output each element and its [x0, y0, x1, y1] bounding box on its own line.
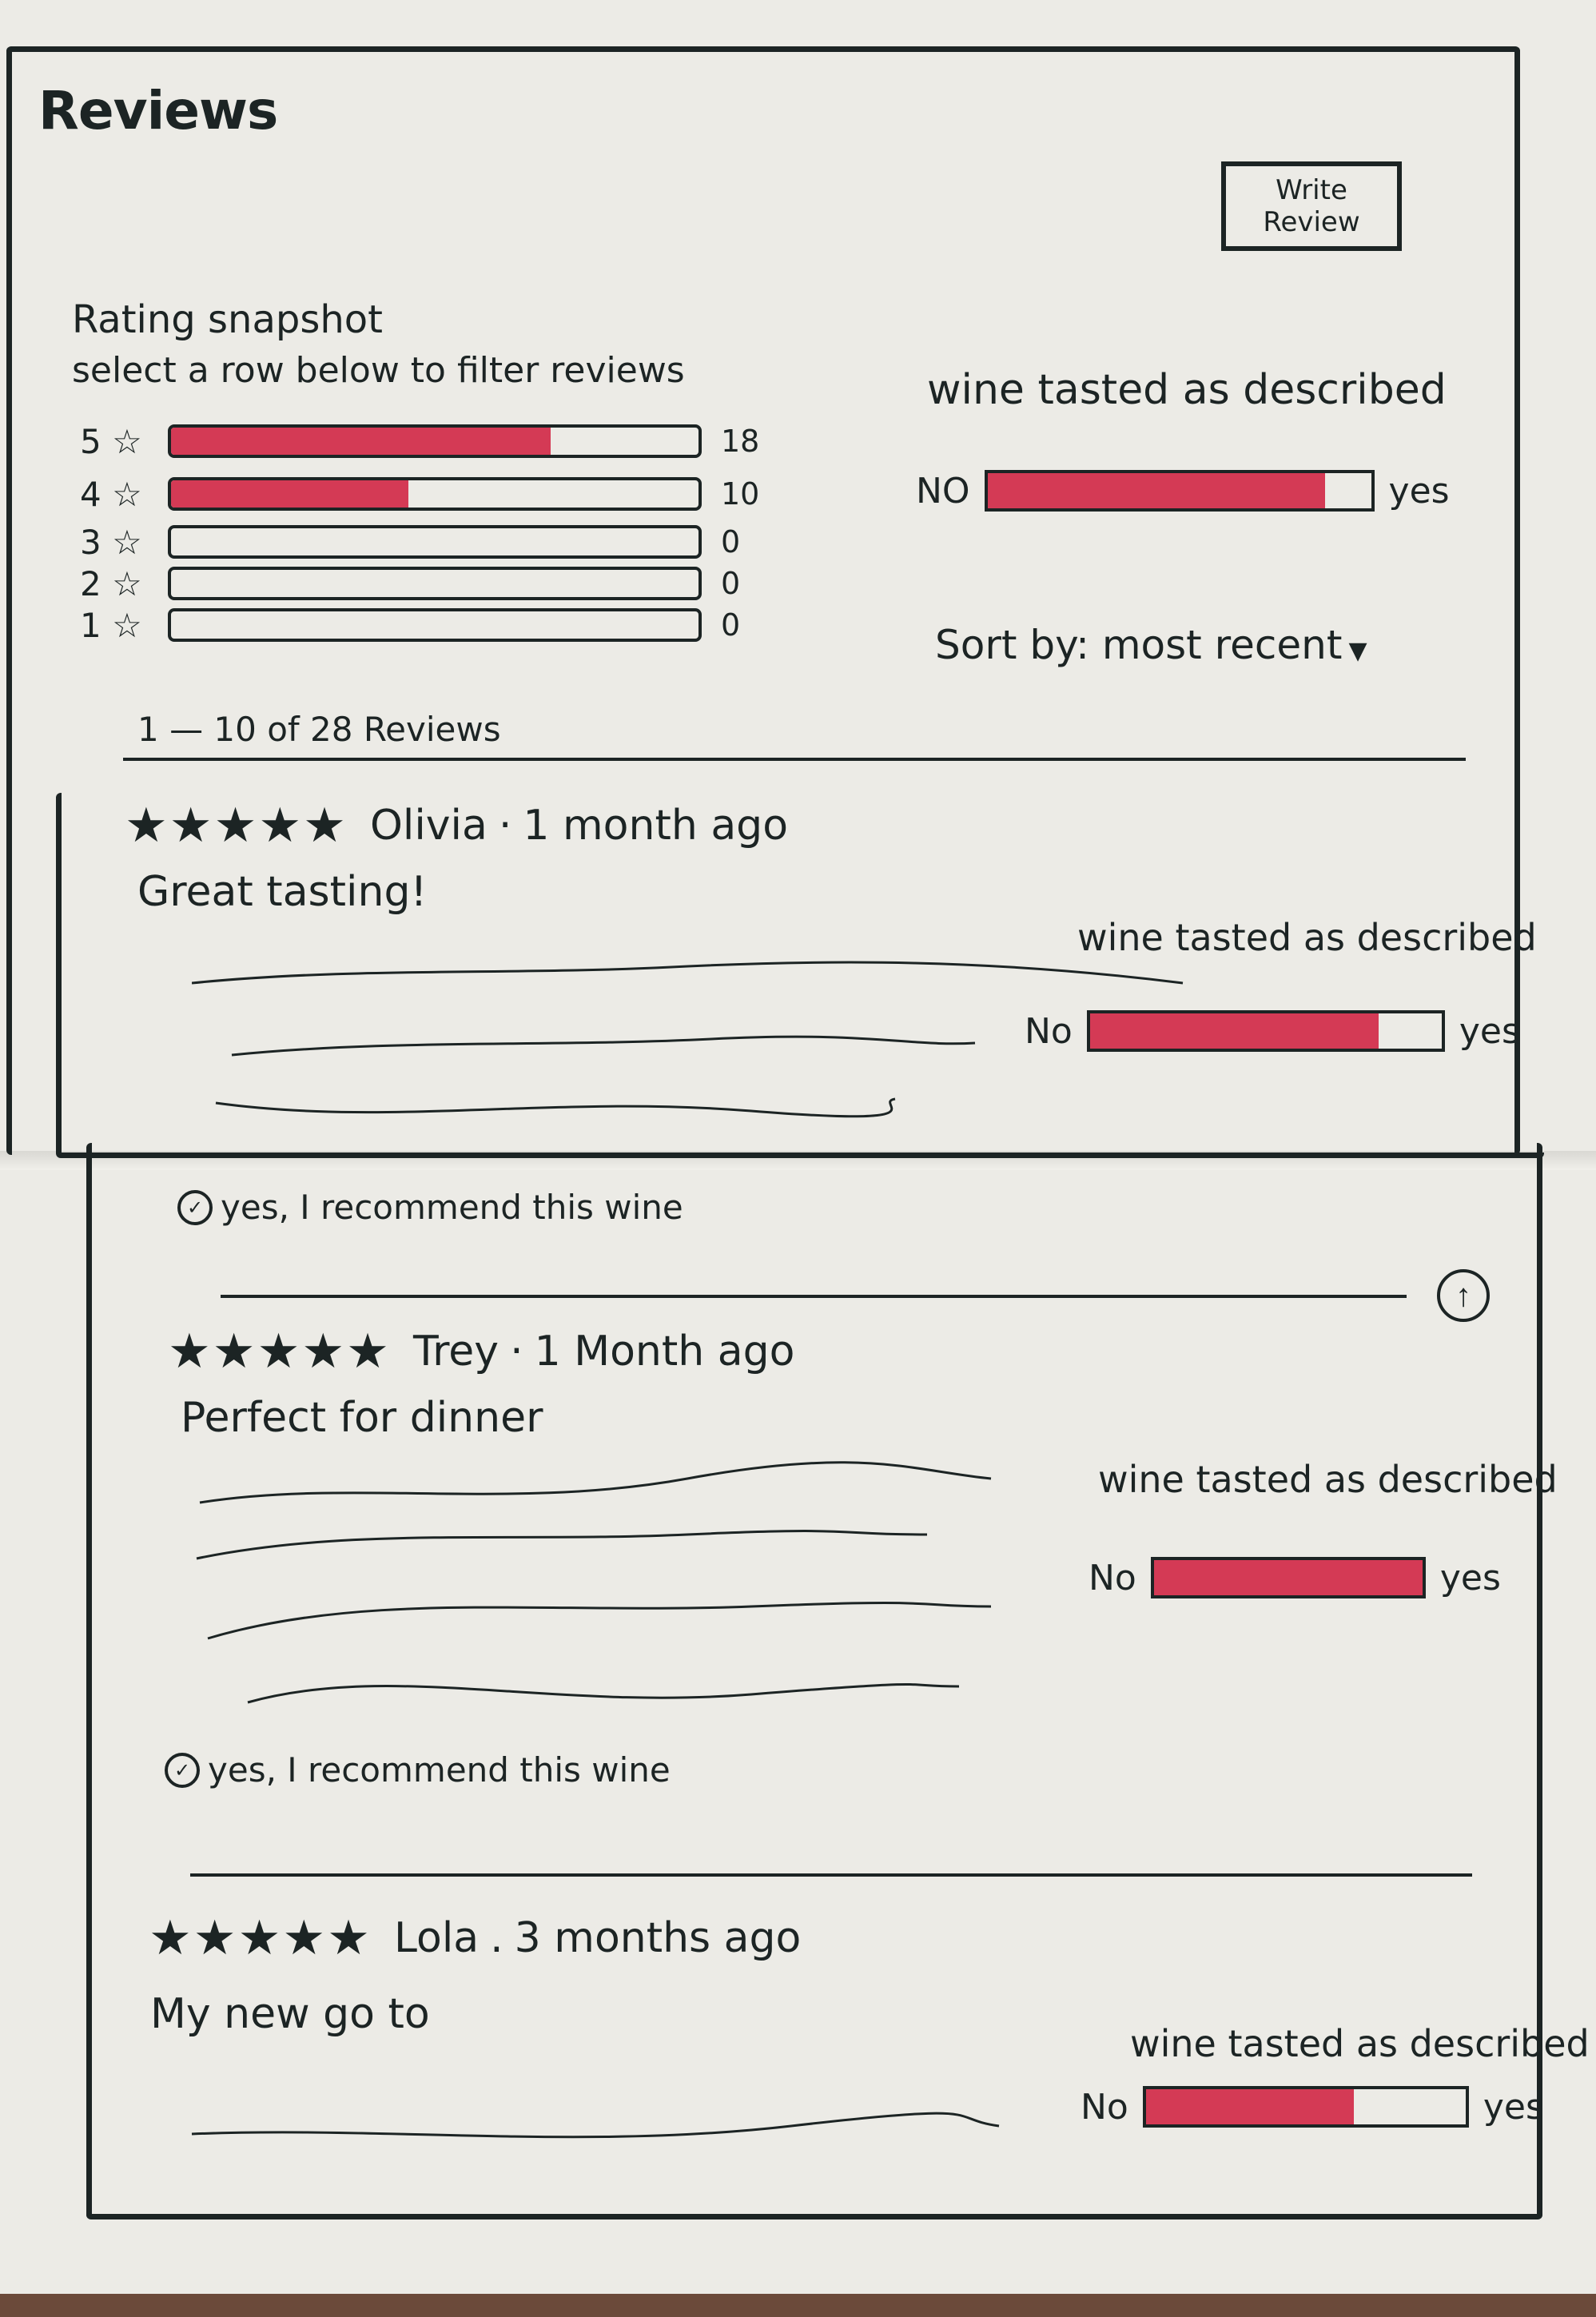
review-body-placeholder: [191, 2112, 1000, 2139]
rating-row-4[interactable]: 4 ☆ 10: [80, 474, 760, 514]
rating-row-3[interactable]: 3 ☆ 0: [80, 522, 741, 562]
wine-tasted-bar: [1142, 2086, 1469, 2128]
rating-row-count: 0: [721, 566, 741, 601]
wine-tasted-no-label: NO: [916, 470, 970, 512]
rating-snapshot-subtitle: select a row below to filter reviews: [72, 350, 685, 391]
review-author: Olivia: [369, 802, 488, 850]
wine-tasted-bar: [984, 470, 1375, 512]
rating-row-5[interactable]: 5 ☆ 18: [80, 421, 760, 461]
review-wine-tasted-meter: No yes: [1089, 1557, 1501, 1598]
sort-dropdown[interactable]: Sort by: most recent ▼: [935, 622, 1367, 668]
rating-row-count: 0: [721, 607, 741, 643]
rating-bar-fill: [171, 428, 551, 455]
review-stars: ★★★★★: [149, 1910, 372, 1966]
rating-bar: [168, 567, 702, 600]
wine-tasted-no-label: No: [1081, 2086, 1128, 2128]
triangle-down-icon: ▼: [1348, 637, 1367, 665]
review-separator: .: [490, 1914, 503, 1962]
review-headline: Great tasting!: [137, 868, 428, 916]
review-wine-tasted-title: wine tasted as described: [1130, 2022, 1590, 2065]
rating-bar: [168, 477, 702, 511]
review-header: ★★★★★ Olivia · 1 month ago: [125, 798, 788, 854]
review-date: 1 Month ago: [534, 1328, 795, 1375]
rating-row-label: 4 ☆: [80, 474, 142, 514]
arrow-up-circle-icon[interactable]: ↑: [1437, 1269, 1490, 1322]
rating-row-label: 1 ☆: [80, 605, 142, 645]
rating-row-count: 0: [721, 524, 741, 559]
write-review-button[interactable]: Write Review: [1221, 161, 1402, 251]
divider: [190, 1873, 1472, 1877]
review-wine-tasted-title: wine tasted as described: [1098, 1458, 1558, 1501]
wine-tasted-meter: NO yes: [916, 470, 1450, 512]
wine-tasted-yes-label: yes: [1483, 2086, 1544, 2128]
sort-dropdown-label: Sort by: most recent: [935, 622, 1343, 668]
rating-snapshot-title: Rating snapshot: [72, 297, 383, 342]
review-headline: Perfect for dinner: [181, 1394, 543, 1442]
review-recommend: ✓ yes, I recommend this wine: [165, 1750, 671, 1790]
review-recommend-label: yes, I recommend this wine: [221, 1188, 683, 1227]
review-stars: ★★★★★: [125, 798, 348, 854]
page-title: Reviews: [38, 80, 278, 141]
rating-row-label: 2 ☆: [80, 563, 142, 603]
wine-tasted-no-label: No: [1089, 1557, 1136, 1598]
review-stars: ★★★★★: [168, 1324, 391, 1379]
check-circle-icon: ✓: [165, 1752, 200, 1788]
review-body-placeholder: [192, 961, 1184, 1118]
review-wine-tasted-meter: No yes: [1081, 2086, 1544, 2128]
wine-tasted-title: wine tasted as described: [927, 366, 1447, 414]
rating-bar-fill: [171, 480, 408, 508]
review-separator: ·: [510, 1328, 523, 1375]
results-count: 1 — 10 of 28 Reviews: [137, 710, 501, 749]
wine-tasted-bar-fill: [1153, 1560, 1423, 1595]
review-author: Trey: [412, 1328, 499, 1375]
rating-bar: [168, 525, 702, 559]
rating-row-count: 10: [721, 476, 760, 512]
wine-tasted-yes-label: yes: [1459, 1010, 1520, 1052]
review-recommend-label: yes, I recommend this wine: [208, 1750, 671, 1790]
rating-row-label: 5 ☆: [80, 421, 142, 461]
rating-row-label: 3 ☆: [80, 522, 142, 562]
wine-tasted-bar-fill: [1145, 2089, 1354, 2124]
rating-row-count: 18: [721, 424, 760, 459]
review-headline: My new go to: [150, 1990, 430, 2038]
review-separator: ·: [498, 802, 512, 850]
review-recommend: ✓ yes, I recommend this wine: [177, 1188, 683, 1227]
review-date: 1 month ago: [523, 802, 789, 850]
review-header: ★★★★★ Trey · 1 Month ago: [168, 1324, 794, 1379]
divider: [221, 1295, 1407, 1298]
wine-tasted-yes-label: yes: [1388, 470, 1450, 512]
wine-tasted-bar: [1150, 1557, 1426, 1598]
review-header: ★★★★★ Lola . 3 months ago: [149, 1910, 801, 1966]
review-date: 3 months ago: [514, 1914, 802, 1962]
check-circle-icon: ✓: [177, 1189, 213, 1225]
review-body-placeholder: [196, 1461, 992, 1704]
rating-row-1[interactable]: 1 ☆ 0: [80, 605, 741, 645]
review-author: Lola: [393, 1914, 480, 1962]
wine-tasted-yes-label: yes: [1439, 1557, 1501, 1598]
rating-row-2[interactable]: 2 ☆ 0: [80, 563, 741, 603]
rating-bar: [168, 424, 702, 458]
wine-tasted-bar-fill: [987, 473, 1325, 508]
divider: [123, 758, 1466, 761]
rating-bar: [168, 608, 702, 642]
